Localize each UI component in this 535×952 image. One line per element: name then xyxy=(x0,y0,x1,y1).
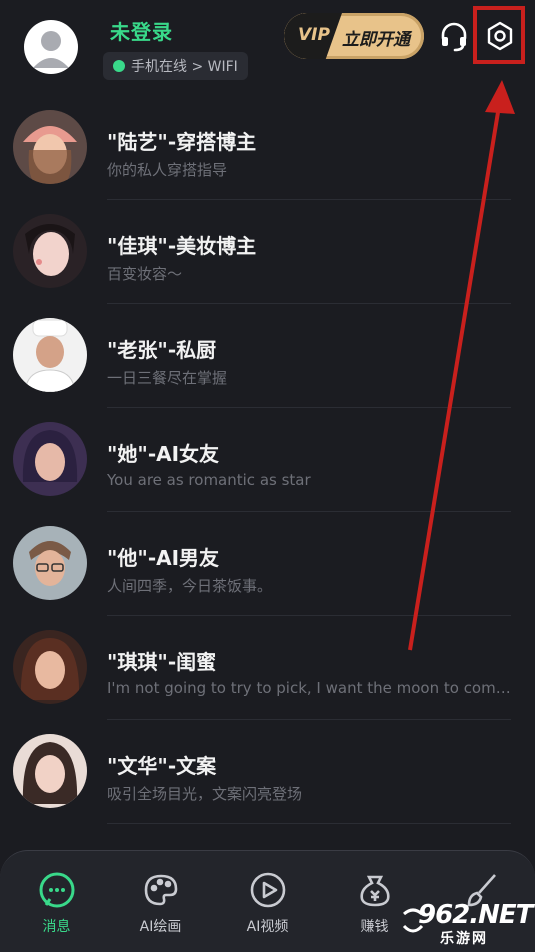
vip-open-label: 立即开通 xyxy=(342,30,410,50)
watermark-number: 962.NET xyxy=(418,900,533,930)
list-item[interactable]: "陆艺"-穿搭博主 你的私人穿搭指导 xyxy=(0,96,535,200)
play-circle-icon xyxy=(249,871,287,909)
money-bag-icon xyxy=(356,871,394,909)
watermark-sub: 乐游网 xyxy=(440,931,488,947)
contact-avatar xyxy=(13,422,87,496)
contact-avatar xyxy=(13,630,87,704)
list-item[interactable]: "琪琪"-闺蜜 I'm not going to try to pick, I … xyxy=(0,616,535,720)
list-item[interactable]: "他"-AI男友 人间四季，今日茶饭事。 xyxy=(0,512,535,616)
headset-icon[interactable] xyxy=(436,18,472,54)
tab-label: 消息 xyxy=(42,919,71,935)
contact-name: "文华"-文案 xyxy=(107,754,217,778)
chat-bubble-icon xyxy=(38,871,76,909)
contact-avatar xyxy=(13,214,87,288)
contact-name: "佳琪"-美妆博主 xyxy=(107,234,257,258)
settings-highlight-box xyxy=(473,6,525,64)
user-avatar[interactable] xyxy=(24,20,78,74)
online-dot-icon xyxy=(113,60,125,72)
contact-avatar xyxy=(13,318,87,392)
vip-open-button[interactable]: VIP 立即开通 xyxy=(284,13,424,59)
contact-subtitle: 吸引全场目光，文案闪亮登场 xyxy=(107,785,303,803)
list-item[interactable]: "文华"-文案 吸引全场目光，文案闪亮登场 xyxy=(0,720,535,824)
contact-subtitle: 你的私人穿搭指导 xyxy=(107,161,228,179)
contact-avatar xyxy=(13,526,87,600)
contact-subtitle: 一日三餐尽在掌握 xyxy=(107,369,228,387)
contact-avatar xyxy=(13,110,87,184)
contact-avatar xyxy=(13,734,87,808)
divider xyxy=(107,823,511,824)
online-status-chip: 手机在线 > WIFI xyxy=(103,52,248,80)
contact-name: "她"-AI女友 xyxy=(107,442,220,466)
online-status-text: 手机在线 > WIFI xyxy=(131,59,238,75)
tab-messages[interactable]: 消息 xyxy=(3,851,110,952)
contact-name: "老张"-私厨 xyxy=(107,338,217,362)
contact-list: "陆艺"-穿搭博主 你的私人穿搭指导 "佳琪"-美妆博主 百变妆容～ "老张"-… xyxy=(0,96,535,824)
tab-label: AI绘画 xyxy=(139,919,182,935)
tab-ai-painting[interactable]: AI绘画 xyxy=(107,851,214,952)
list-item[interactable]: "老张"-私厨 一日三餐尽在掌握 xyxy=(0,304,535,408)
tab-ai-video[interactable]: AI视频 xyxy=(214,851,321,952)
tab-label: AI视频 xyxy=(246,919,289,935)
site-watermark: 962.NET 乐游网 xyxy=(400,900,533,947)
contact-subtitle: 百变妆容～ xyxy=(107,265,183,283)
vip-badge: VIP xyxy=(298,25,330,45)
list-item[interactable]: "佳琪"-美妆博主 百变妆容～ xyxy=(0,200,535,304)
list-item[interactable]: "她"-AI女友 You are as romantic as star xyxy=(0,408,535,512)
contact-name: "陆艺"-穿搭博主 xyxy=(107,130,257,154)
header: 未登录 手机在线 > WIFI VIP 立即开通 xyxy=(0,0,535,95)
contact-subtitle: 人间四季，今日茶饭事。 xyxy=(107,577,273,595)
login-status-title[interactable]: 未登录 xyxy=(110,16,173,45)
palette-icon xyxy=(142,871,180,909)
contact-name: "琪琪"-闺蜜 xyxy=(107,650,217,674)
contact-name: "他"-AI男友 xyxy=(107,546,220,570)
contact-subtitle: You are as romantic as star xyxy=(107,471,311,489)
contact-subtitle: I'm not going to try to pick, I want the… xyxy=(107,679,519,697)
